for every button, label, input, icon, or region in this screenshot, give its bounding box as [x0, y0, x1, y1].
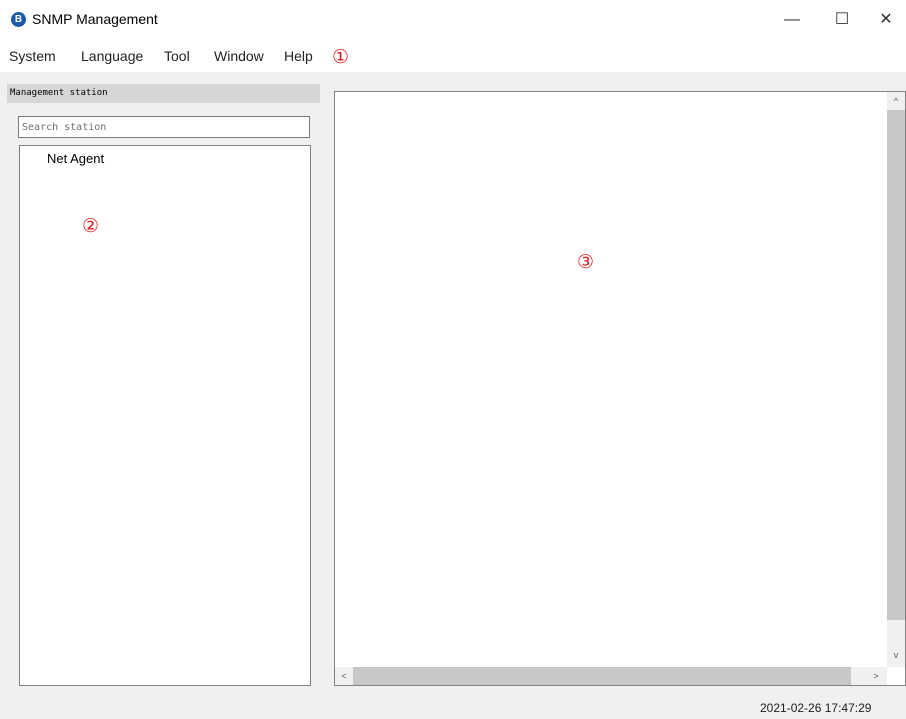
annotation-marker-3: ③	[577, 252, 595, 273]
minimize-icon[interactable]: —	[770, 6, 814, 34]
maximize-icon[interactable]: ☐	[820, 6, 864, 34]
menu-window[interactable]: Window	[214, 48, 264, 64]
window-title: SNMP Management	[32, 11, 158, 27]
scroll-down-icon[interactable]: v	[887, 646, 905, 664]
scroll-right-icon[interactable]: >	[867, 667, 885, 685]
menu-help[interactable]: Help	[284, 48, 313, 64]
tree-item-net-agent[interactable]: Net Agent	[47, 151, 104, 166]
menu-system[interactable]: System	[9, 48, 56, 64]
vertical-scroll-thumb[interactable]	[887, 110, 905, 620]
annotation-marker-2: ②	[82, 216, 100, 237]
title-bar: B SNMP Management — ☐ ✕	[0, 0, 906, 40]
scroll-up-icon[interactable]: ^	[887, 92, 905, 110]
app-logo-icon: B	[11, 12, 26, 27]
menu-tool[interactable]: Tool	[164, 48, 190, 64]
search-station-input[interactable]	[18, 116, 310, 138]
menu-bar: System Language Tool Window Help ①	[0, 40, 906, 72]
scroll-left-icon[interactable]: <	[335, 667, 353, 685]
vertical-scrollbar[interactable]: ^ v	[887, 92, 905, 667]
close-icon[interactable]: ✕	[866, 6, 906, 34]
status-datetime: 2021-02-26 17:47:29	[760, 701, 872, 715]
management-station-header: Management station	[7, 84, 320, 103]
horizontal-scroll-thumb[interactable]	[353, 667, 851, 685]
menu-language[interactable]: Language	[81, 48, 143, 64]
main-content-panel: ③ ^ v < >	[334, 91, 906, 686]
station-tree[interactable]: Net Agent ②	[19, 145, 311, 686]
horizontal-scrollbar[interactable]: < >	[335, 667, 887, 685]
annotation-marker-1: ①	[332, 47, 350, 68]
